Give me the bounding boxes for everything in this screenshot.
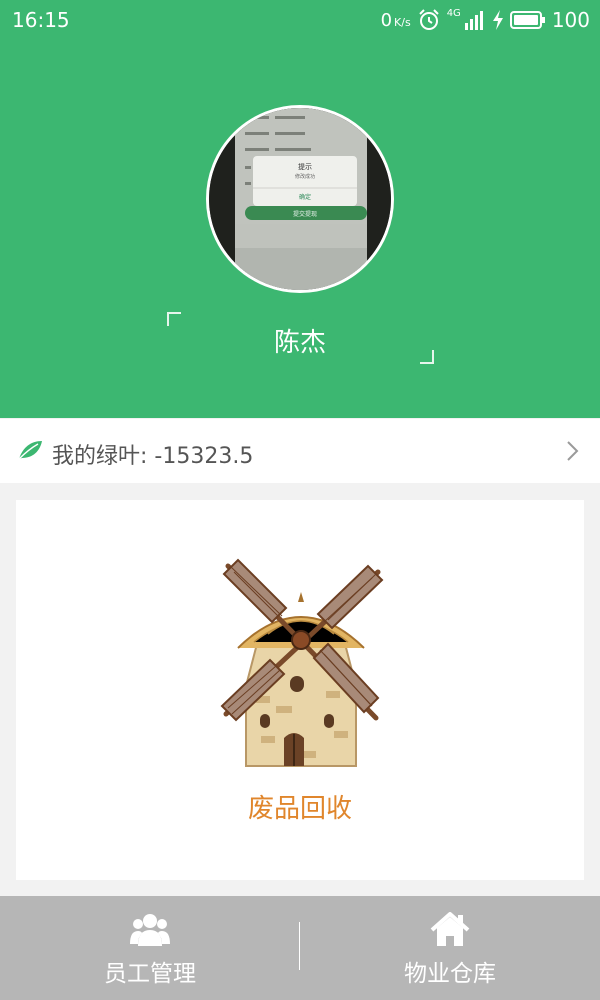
user-name: 陈杰 (273, 328, 326, 358)
charging-icon (492, 10, 503, 30)
tab-staff-management[interactable]: 员工管理 (0, 896, 300, 1000)
green-leaf-label: 我的绿叶: (52, 444, 148, 469)
status-time: 16:15 (12, 8, 70, 32)
waste-recycling-card[interactable]: 废品回收 (16, 500, 584, 880)
green-leaf-value: -15323.5 (154, 444, 254, 469)
battery-icon (509, 11, 545, 29)
photo-submit-button: 提交提现 (293, 210, 317, 218)
photo-dialog-title: 提示 (298, 162, 312, 171)
net-speed-unit: K/s (394, 15, 411, 29)
green-leaf-balance: 我的绿叶: -15323.5 (52, 438, 253, 470)
avatar[interactable]: 提示 修改成功 确定 提交提现 (206, 105, 394, 293)
net-speed-value: 0 (380, 9, 393, 31)
name-frame-corner-bottom-right (420, 350, 434, 364)
waste-recycling-label: 废品回收 (247, 794, 352, 824)
status-bar: 16:15 0 K/s 4G 100 (0, 0, 600, 40)
tab-staff-management-label: 员工管理 (104, 961, 196, 987)
status-icons: 0 K/s 4G 100 (381, 6, 590, 34)
tab-property-warehouse-label: 物业仓库 (404, 961, 496, 987)
profile-header: 16:15 0 K/s 4G 100 提示 修改成功 确定 提交提现 陈杰 (0, 0, 600, 418)
tab-property-warehouse[interactable]: 物业仓库 (300, 896, 600, 1000)
net-speed: 0 K/s (381, 10, 411, 31)
leaf-icon (18, 441, 42, 460)
home-icon (430, 912, 470, 946)
profile-photo: 提示 修改成功 确定 提交提现 (209, 108, 391, 290)
battery-level: 100 (551, 8, 590, 32)
green-leaf-row[interactable]: 我的绿叶: -15323.5 (0, 419, 600, 483)
chevron-right-icon (567, 441, 579, 461)
alarm-icon (418, 9, 439, 30)
signal-icon (464, 11, 483, 30)
photo-dialog-message: 修改成功 (295, 173, 315, 180)
windmill-icon (220, 558, 384, 767)
photo-dialog-confirm: 确定 (299, 193, 311, 201)
network-type: 4G (446, 7, 461, 19)
users-icon (130, 914, 170, 946)
bottom-tab-bar: 员工管理 物业仓库 (0, 896, 600, 1000)
